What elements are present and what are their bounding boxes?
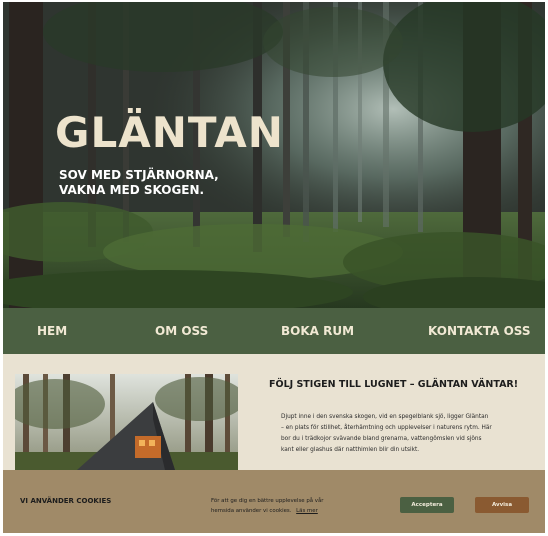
a-frame-cabin-photo (15, 374, 238, 470)
hero-section: GLÄNTAN SOV MED STJÄRNORNA, VAKNA MED SK… (3, 2, 545, 308)
nav-item-om-oss[interactable]: OM OSS (155, 324, 208, 338)
nav-item-hem[interactable]: HEM (37, 324, 67, 338)
accept-cookies-button[interactable]: Acceptera (400, 497, 454, 513)
cookie-title: VI ANVÄNDER COOKIES (20, 497, 112, 505)
cookie-banner: VI ANVÄNDER COOKIES För att ge dig en bä… (3, 470, 545, 533)
intro-body-text: Djupt inne i den svenska skogen, vid en … (281, 414, 492, 453)
reject-cookies-button[interactable]: Avvisa (475, 497, 529, 513)
hero-tagline: SOV MED STJÄRNORNA, VAKNA MED SKOGEN. (59, 168, 219, 197)
nav-item-kontakta-oss[interactable]: KONTAKTA OSS (428, 324, 531, 338)
cookie-text: För att ge dig en bättre upplevelse på v… (211, 496, 331, 516)
nav-item-boka-rum[interactable]: BOKA RUM (281, 324, 354, 338)
main-nav: HEM OM OSS BOKA RUM KONTAKTA OSS (3, 308, 545, 354)
intro-heading: FÖLJ STIGEN TILL LUGNET – GLÄNTAN VÄNTAR… (269, 379, 519, 390)
hero-title: GLÄNTAN (55, 108, 284, 157)
read-more-link[interactable]: Läs mer (296, 508, 318, 514)
page: GLÄNTAN SOV MED STJÄRNORNA, VAKNA MED SK… (3, 2, 545, 533)
